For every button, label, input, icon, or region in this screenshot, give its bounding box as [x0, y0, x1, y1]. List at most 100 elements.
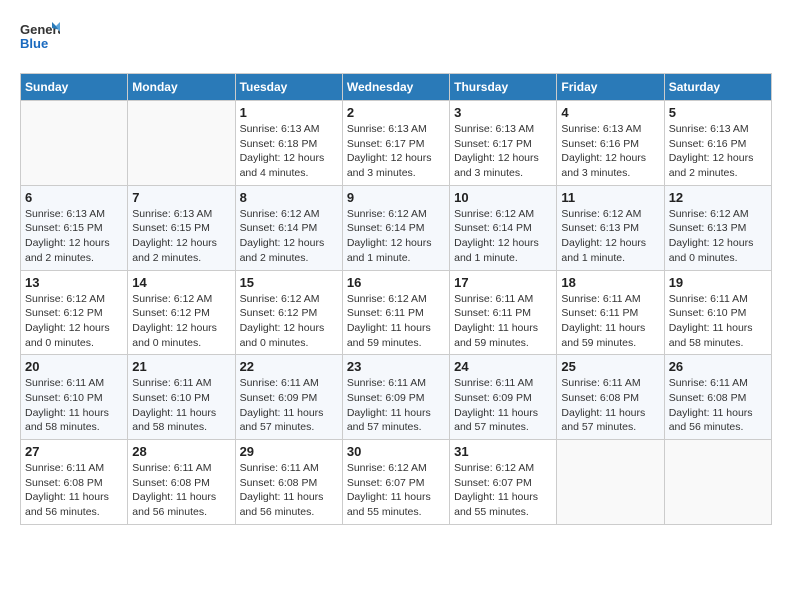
day-detail: Sunrise: 6:12 AM Sunset: 6:12 PM Dayligh… [132, 292, 230, 351]
calendar-week-row: 13 Sunrise: 6:12 AM Sunset: 6:12 PM Dayli… [21, 270, 772, 355]
calendar-cell: 30Sunrise: 6:12 AM Sunset: 6:07 PM Dayli… [342, 440, 449, 525]
calendar-cell: 8 Sunrise: 6:12 AM Sunset: 6:14 PM Daylig… [235, 185, 342, 270]
day-detail: Sunrise: 6:12 AM Sunset: 6:14 PM Dayligh… [240, 207, 338, 266]
calendar-table: SundayMondayTuesdayWednesdayThursdayFrid… [20, 73, 772, 525]
calendar-cell: 28 Sunrise: 6:11 AM Sunset: 6:08 PM Dayli… [128, 440, 235, 525]
day-number: 23 [347, 359, 445, 374]
day-number: 22 [240, 359, 338, 374]
calendar-cell: 1Sunrise: 6:13 AM Sunset: 6:18 PM Daylig… [235, 101, 342, 186]
calendar-week-row: 27 Sunrise: 6:11 AM Sunset: 6:08 PM Dayli… [21, 440, 772, 525]
calendar-cell: 19 Sunrise: 6:11 AM Sunset: 6:10 PM Dayli… [664, 270, 771, 355]
calendar-cell [664, 440, 771, 525]
day-detail: Sunrise: 6:13 AM Sunset: 6:18 PM Dayligh… [240, 122, 338, 181]
calendar-cell: 22 Sunrise: 6:11 AM Sunset: 6:09 PM Dayli… [235, 355, 342, 440]
page-header: General Blue [20, 20, 772, 57]
weekday-header-row: SundayMondayTuesdayWednesdayThursdayFrid… [21, 74, 772, 101]
day-number: 20 [25, 359, 123, 374]
calendar-cell: 5 Sunrise: 6:13 AM Sunset: 6:16 PM Daylig… [664, 101, 771, 186]
calendar-cell: 12Sunrise: 6:12 AM Sunset: 6:13 PM Dayli… [664, 185, 771, 270]
day-number: 7 [132, 190, 230, 205]
day-detail: Sunrise: 6:11 AM Sunset: 6:11 PM Dayligh… [561, 292, 659, 351]
calendar-cell: 14 Sunrise: 6:12 AM Sunset: 6:12 PM Dayli… [128, 270, 235, 355]
day-detail: Sunrise: 6:12 AM Sunset: 6:11 PM Dayligh… [347, 292, 445, 351]
day-number: 11 [561, 190, 659, 205]
calendar-cell: 29 Sunrise: 6:11 AM Sunset: 6:08 PM Dayli… [235, 440, 342, 525]
day-detail: Sunrise: 6:11 AM Sunset: 6:10 PM Dayligh… [132, 376, 230, 435]
calendar-cell: 11 Sunrise: 6:12 AM Sunset: 6:13 PM Dayli… [557, 185, 664, 270]
day-number: 9 [347, 190, 445, 205]
calendar-cell: 4Sunrise: 6:13 AM Sunset: 6:16 PM Daylig… [557, 101, 664, 186]
day-detail: Sunrise: 6:11 AM Sunset: 6:08 PM Dayligh… [240, 461, 338, 520]
day-number: 19 [669, 275, 767, 290]
day-detail: Sunrise: 6:11 AM Sunset: 6:11 PM Dayligh… [454, 292, 552, 351]
calendar-cell: 13 Sunrise: 6:12 AM Sunset: 6:12 PM Dayli… [21, 270, 128, 355]
day-number: 25 [561, 359, 659, 374]
calendar-cell: 7 Sunrise: 6:13 AM Sunset: 6:15 PM Daylig… [128, 185, 235, 270]
day-number: 2 [347, 105, 445, 120]
calendar-week-row: 1Sunrise: 6:13 AM Sunset: 6:18 PM Daylig… [21, 101, 772, 186]
calendar-cell: 9 Sunrise: 6:12 AM Sunset: 6:14 PM Daylig… [342, 185, 449, 270]
day-number: 31 [454, 444, 552, 459]
day-detail: Sunrise: 6:12 AM Sunset: 6:13 PM Dayligh… [669, 207, 767, 266]
day-detail: Sunrise: 6:13 AM Sunset: 6:17 PM Dayligh… [454, 122, 552, 181]
calendar-cell [128, 101, 235, 186]
day-number: 17 [454, 275, 552, 290]
weekday-header-cell: Friday [557, 74, 664, 101]
weekday-header-cell: Tuesday [235, 74, 342, 101]
weekday-header-cell: Sunday [21, 74, 128, 101]
day-detail: Sunrise: 6:12 AM Sunset: 6:14 PM Dayligh… [347, 207, 445, 266]
calendar-cell: 24 Sunrise: 6:11 AM Sunset: 6:09 PM Dayli… [450, 355, 557, 440]
calendar-cell: 16 Sunrise: 6:12 AM Sunset: 6:11 PM Dayli… [342, 270, 449, 355]
calendar-cell [557, 440, 664, 525]
calendar-cell: 20 Sunrise: 6:11 AM Sunset: 6:10 PM Dayli… [21, 355, 128, 440]
day-detail: Sunrise: 6:11 AM Sunset: 6:09 PM Dayligh… [454, 376, 552, 435]
day-detail: Sunrise: 6:11 AM Sunset: 6:09 PM Dayligh… [347, 376, 445, 435]
calendar-cell: 2 Sunrise: 6:13 AM Sunset: 6:17 PM Daylig… [342, 101, 449, 186]
calendar-cell: 27Sunrise: 6:11 AM Sunset: 6:08 PM Dayli… [21, 440, 128, 525]
day-number: 10 [454, 190, 552, 205]
day-number: 15 [240, 275, 338, 290]
weekday-header-cell: Saturday [664, 74, 771, 101]
weekday-header-cell: Wednesday [342, 74, 449, 101]
day-detail: Sunrise: 6:12 AM Sunset: 6:12 PM Dayligh… [25, 292, 123, 351]
calendar-cell: 6Sunrise: 6:13 AM Sunset: 6:15 PM Daylig… [21, 185, 128, 270]
calendar-cell: 31Sunrise: 6:12 AM Sunset: 6:07 PM Dayli… [450, 440, 557, 525]
day-number: 5 [669, 105, 767, 120]
day-number: 3 [454, 105, 552, 120]
calendar-cell: 10 Sunrise: 6:12 AM Sunset: 6:14 PM Dayli… [450, 185, 557, 270]
day-number: 21 [132, 359, 230, 374]
day-detail: Sunrise: 6:11 AM Sunset: 6:08 PM Dayligh… [669, 376, 767, 435]
day-number: 16 [347, 275, 445, 290]
calendar-cell: 25 Sunrise: 6:11 AM Sunset: 6:08 PM Dayli… [557, 355, 664, 440]
day-number: 28 [132, 444, 230, 459]
day-number: 4 [561, 105, 659, 120]
weekday-header-cell: Monday [128, 74, 235, 101]
day-detail: Sunrise: 6:12 AM Sunset: 6:07 PM Dayligh… [347, 461, 445, 520]
calendar-week-row: 20 Sunrise: 6:11 AM Sunset: 6:10 PM Dayli… [21, 355, 772, 440]
day-number: 8 [240, 190, 338, 205]
calendar-cell: 3 Sunrise: 6:13 AM Sunset: 6:17 PM Daylig… [450, 101, 557, 186]
day-detail: Sunrise: 6:11 AM Sunset: 6:08 PM Dayligh… [132, 461, 230, 520]
day-number: 14 [132, 275, 230, 290]
day-detail: Sunrise: 6:12 AM Sunset: 6:13 PM Dayligh… [561, 207, 659, 266]
day-number: 29 [240, 444, 338, 459]
day-detail: Sunrise: 6:13 AM Sunset: 6:17 PM Dayligh… [347, 122, 445, 181]
calendar-week-row: 6Sunrise: 6:13 AM Sunset: 6:15 PM Daylig… [21, 185, 772, 270]
calendar-body: 1Sunrise: 6:13 AM Sunset: 6:18 PM Daylig… [21, 101, 772, 525]
day-detail: Sunrise: 6:13 AM Sunset: 6:15 PM Dayligh… [132, 207, 230, 266]
calendar-cell: 15 Sunrise: 6:12 AM Sunset: 6:12 PM Dayli… [235, 270, 342, 355]
day-number: 24 [454, 359, 552, 374]
day-detail: Sunrise: 6:11 AM Sunset: 6:10 PM Dayligh… [669, 292, 767, 351]
day-detail: Sunrise: 6:12 AM Sunset: 6:12 PM Dayligh… [240, 292, 338, 351]
day-number: 26 [669, 359, 767, 374]
day-detail: Sunrise: 6:13 AM Sunset: 6:16 PM Dayligh… [669, 122, 767, 181]
day-number: 13 [25, 275, 123, 290]
svg-text:Blue: Blue [20, 36, 48, 51]
calendar-cell: 21 Sunrise: 6:11 AM Sunset: 6:10 PM Dayli… [128, 355, 235, 440]
calendar-cell: 17 Sunrise: 6:11 AM Sunset: 6:11 PM Dayli… [450, 270, 557, 355]
day-detail: Sunrise: 6:11 AM Sunset: 6:09 PM Dayligh… [240, 376, 338, 435]
day-number: 27 [25, 444, 123, 459]
day-detail: Sunrise: 6:12 AM Sunset: 6:14 PM Dayligh… [454, 207, 552, 266]
day-detail: Sunrise: 6:11 AM Sunset: 6:10 PM Dayligh… [25, 376, 123, 435]
day-detail: Sunrise: 6:11 AM Sunset: 6:08 PM Dayligh… [561, 376, 659, 435]
